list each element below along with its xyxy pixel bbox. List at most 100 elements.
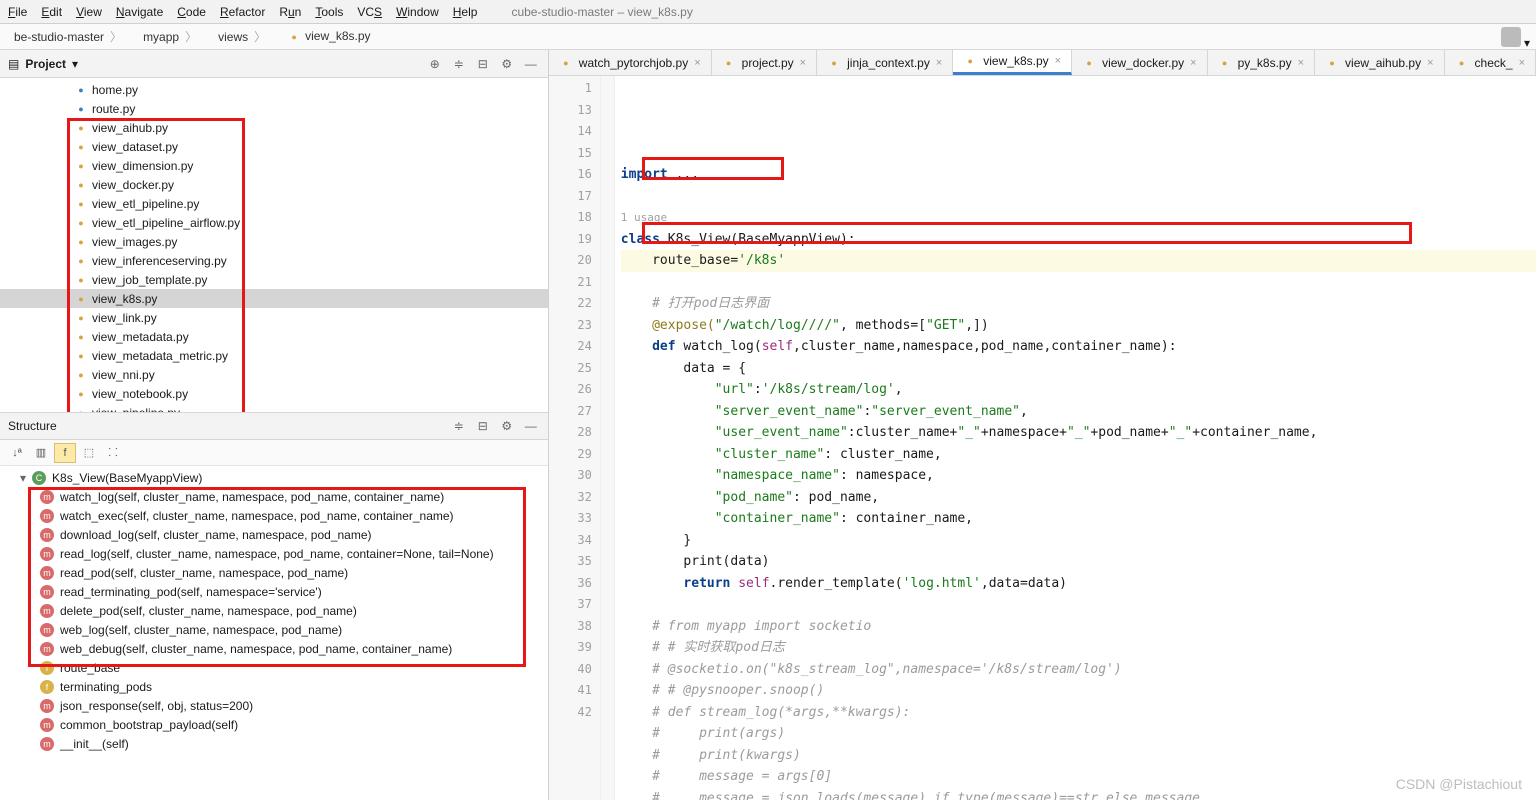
python-file-icon (74, 254, 88, 268)
structure-tree[interactable]: ▾CK8s_View(BaseMyappView)mwatch_log(self… (0, 466, 548, 800)
window-title: cube-studio-master – view_k8s.py (511, 5, 692, 19)
struct-member[interactable]: m__init__(self) (0, 734, 548, 753)
struct-method[interactable]: mread_pod(self, cluster_name, namespace,… (0, 563, 548, 582)
tree-item[interactable]: view_k8s.py (0, 289, 548, 308)
collapse-icon[interactable]: ⊟ (474, 57, 492, 71)
menu-tools[interactable]: Tools (315, 5, 343, 19)
struct-class[interactable]: ▾CK8s_View(BaseMyappView) (0, 468, 548, 487)
editor-tab[interactable]: view_k8s.py× (953, 50, 1072, 75)
project-tree[interactable]: home.pyroute.pyview_aihub.pyview_dataset… (0, 78, 548, 412)
editor-tab[interactable]: view_aihub.py× (1315, 50, 1445, 75)
struct-method[interactable]: mdownload_log(self, cluster_name, namesp… (0, 525, 548, 544)
close-icon[interactable]: × (1519, 57, 1525, 69)
struct-gear-icon[interactable]: ⚙ (498, 419, 516, 433)
struct-expand-icon[interactable]: ≑ (450, 419, 468, 433)
struct-member[interactable]: mcommon_bootstrap_payload(self) (0, 715, 548, 734)
struct-method[interactable]: mwatch_log(self, cluster_name, namespace… (0, 487, 548, 506)
struct-method[interactable]: mweb_log(self, cluster_name, namespace, … (0, 620, 548, 639)
sort-icon[interactable]: ↓ª (6, 443, 28, 463)
struct-method[interactable]: mwatch_exec(self, cluster_name, namespac… (0, 506, 548, 525)
struct-method[interactable]: mread_log(self, cluster_name, namespace,… (0, 544, 548, 563)
struct-method[interactable]: mread_terminating_pod(self, namespace='s… (0, 582, 548, 601)
python-file-icon (74, 368, 88, 382)
struct-hide-icon[interactable]: — (522, 419, 540, 433)
struct-method[interactable]: mdelete_pod(self, cluster_name, namespac… (0, 601, 548, 620)
struct-member[interactable]: froute_base (0, 658, 548, 677)
crumb-file[interactable]: view_k8s.py (279, 27, 385, 46)
project-tool-icon[interactable]: ▤ (8, 57, 19, 71)
menu-code[interactable]: Code (177, 5, 206, 19)
avatar-icon[interactable]: ▾ (1501, 27, 1530, 50)
python-file-icon (963, 54, 977, 68)
close-icon[interactable]: × (1298, 57, 1304, 69)
gear-icon[interactable]: ⚙ (498, 57, 516, 71)
python-file-icon (74, 197, 88, 211)
struct-member[interactable]: fterminating_pods (0, 677, 548, 696)
editor-tab[interactable]: view_docker.py× (1072, 50, 1207, 75)
hide-icon[interactable]: — (522, 57, 540, 71)
tree-item[interactable]: view_etl_pipeline.py (0, 194, 548, 213)
tree-item[interactable]: view_docker.py (0, 175, 548, 194)
menu-help[interactable]: Help (453, 5, 478, 19)
filter-icon[interactable]: ▥ (30, 443, 52, 463)
tree-toggle[interactable]: ⸬ (102, 443, 124, 463)
tree-item[interactable]: view_job_template.py (0, 270, 548, 289)
menu-vcs[interactable]: VCS (357, 5, 382, 19)
editor-tab[interactable]: jinja_context.py× (817, 50, 953, 75)
close-icon[interactable]: × (1190, 57, 1196, 69)
locate-icon[interactable]: ⊕ (426, 57, 444, 71)
chevron-down-icon[interactable]: ▾ (72, 57, 78, 71)
project-label: Project (25, 57, 66, 71)
editor-tab[interactable]: project.py× (712, 50, 817, 75)
tree-item[interactable]: view_link.py (0, 308, 548, 327)
python-file-icon (1455, 56, 1469, 70)
inherited-toggle[interactable]: ⬚ (78, 443, 100, 463)
menu-edit[interactable]: Edit (41, 5, 62, 19)
tree-item[interactable]: view_metadata.py (0, 327, 548, 346)
menu-run[interactable]: Run (279, 5, 301, 19)
tree-item[interactable]: view_dimension.py (0, 156, 548, 175)
tree-item[interactable]: route.py (0, 99, 548, 118)
close-icon[interactable]: × (1055, 55, 1061, 67)
menu-navigate[interactable]: Navigate (116, 5, 163, 19)
python-file-icon (1082, 56, 1096, 70)
tree-item[interactable]: view_etl_pipeline_airflow.py (0, 213, 548, 232)
editor-tabs: watch_pytorchjob.py×project.py×jinja_con… (549, 50, 1536, 76)
code-editor[interactable]: import ...1 usageclass K8s_View(BaseMyap… (615, 76, 1536, 800)
crumb-root[interactable]: be-studio-master (6, 26, 131, 47)
python-file-icon (74, 273, 88, 287)
breadcrumb: be-studio-master myapp views view_k8s.py… (0, 24, 1536, 50)
struct-method[interactable]: mweb_debug(self, cluster_name, namespace… (0, 639, 548, 658)
struct-collapse-icon[interactable]: ⊟ (474, 419, 492, 433)
tree-item[interactable]: view_aihub.py (0, 118, 548, 137)
close-icon[interactable]: × (694, 57, 700, 69)
fold-column[interactable] (601, 76, 615, 800)
tree-item[interactable]: view_inferenceserving.py (0, 251, 548, 270)
menu-view[interactable]: View (76, 5, 102, 19)
editor-tab[interactable]: watch_pytorchjob.py× (549, 50, 712, 75)
close-icon[interactable]: × (800, 57, 806, 69)
python-file-icon (74, 292, 88, 306)
tree-item[interactable]: view_nni.py (0, 365, 548, 384)
tree-item[interactable]: view_dataset.py (0, 137, 548, 156)
close-icon[interactable]: × (936, 57, 942, 69)
menu-window[interactable]: Window (396, 5, 439, 19)
menu-refactor[interactable]: Refactor (220, 5, 265, 19)
struct-member[interactable]: mjson_response(self, obj, status=200) (0, 696, 548, 715)
tree-item[interactable]: view_notebook.py (0, 384, 548, 403)
python-file-icon (74, 387, 88, 401)
expand-icon[interactable]: ≑ (450, 57, 468, 71)
crumb-myapp[interactable]: myapp (135, 26, 206, 47)
tree-item[interactable]: home.py (0, 80, 548, 99)
python-file-icon (74, 121, 88, 135)
tree-item[interactable]: view_metadata_metric.py (0, 346, 548, 365)
tree-item[interactable]: view_images.py (0, 232, 548, 251)
editor-tab[interactable]: py_k8s.py× (1208, 50, 1315, 75)
crumb-views[interactable]: views (210, 26, 275, 47)
structure-label: Structure (8, 419, 57, 433)
menu-file[interactable]: File (8, 5, 27, 19)
editor-tab[interactable]: check_× (1445, 50, 1536, 75)
fields-toggle[interactable]: f (54, 443, 76, 463)
tree-item[interactable]: view_pipeline.py (0, 403, 548, 412)
close-icon[interactable]: × (1427, 57, 1433, 69)
